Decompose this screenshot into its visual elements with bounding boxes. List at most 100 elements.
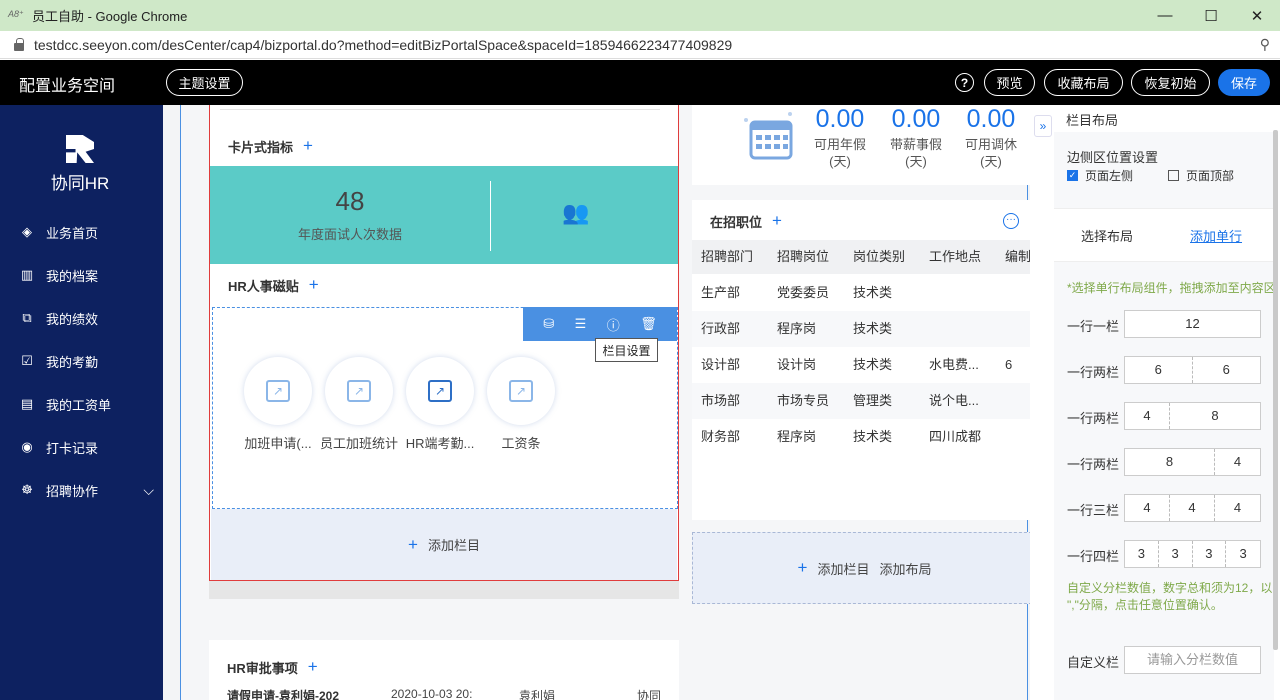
drop-gap xyxy=(209,581,679,599)
calendar-check-icon: ☑ xyxy=(21,353,33,368)
layout-seg: 3 xyxy=(1159,541,1193,567)
checkbox-icon[interactable] xyxy=(1168,170,1179,181)
layout-2col-4-8[interactable]: 48 xyxy=(1124,402,1261,430)
table-cell: 技术类 xyxy=(853,321,893,336)
layers-icon: ◈ xyxy=(22,224,32,239)
theme-settings-button[interactable]: 主题设置 xyxy=(166,69,243,96)
database-icon[interactable]: ⛁ xyxy=(543,316,554,332)
table-cell: 说个电... xyxy=(929,393,979,408)
table-row[interactable]: 行政部 程序岗 技术类 xyxy=(692,311,1030,347)
lock-icon xyxy=(14,37,24,51)
layout-3col[interactable]: 444 xyxy=(1124,494,1261,522)
column-settings-icon[interactable]: ☰ xyxy=(575,316,587,332)
table-row[interactable]: 设计部 设计岗 技术类 水电费... 6 xyxy=(692,347,1030,383)
info-icon[interactable]: ⓘ xyxy=(607,315,620,334)
maximize-button[interactable]: ☐ xyxy=(1188,0,1234,31)
trash-icon[interactable]: 🗑 xyxy=(640,316,657,332)
url-text[interactable]: testdcc.seeyon.com/desCenter/cap4/bizpor… xyxy=(34,37,732,53)
sidebar-item-clockin[interactable]: ◉ 打卡记录 xyxy=(19,435,154,459)
preview-button[interactable]: 预览 xyxy=(984,69,1035,96)
sidebar-item-attendance[interactable]: ☑ 我的考勤 xyxy=(19,349,154,373)
add-column-button[interactable]: + 添加栏目 xyxy=(211,509,677,580)
add-icon[interactable]: + xyxy=(309,275,319,295)
layout-seg: 3 xyxy=(1193,541,1227,567)
layout-2col-8-4[interactable]: 84 xyxy=(1124,448,1261,476)
close-button[interactable]: ✕ xyxy=(1234,0,1280,31)
sidebar-item-label: 招聘协作 xyxy=(46,483,99,499)
layout-1col[interactable]: 12 xyxy=(1124,310,1261,338)
add-icon[interactable]: + xyxy=(308,657,318,677)
custom-note: 自定义分栏数值，数字总和须为12，以 ","分隔，点击任意位置确认。 xyxy=(1067,580,1272,614)
magnet-item[interactable]: ↗ HR端考勤... xyxy=(400,357,480,452)
custom-label: 自定义栏 xyxy=(1067,655,1120,670)
add-layout-link[interactable]: 添加布局 xyxy=(879,559,931,578)
app-header: 配置业务空间 主题设置 ? 预览 收藏布局 恢复初始 保存 xyxy=(0,60,1280,105)
reset-button[interactable]: 恢复初始 xyxy=(1131,69,1210,96)
magnet-item[interactable]: ↗ 员工加班统计 xyxy=(319,357,399,452)
table-cell: 程序岗 xyxy=(777,321,817,336)
address-bar[interactable]: testdcc.seeyon.com/desCenter/cap4/bizpor… xyxy=(0,31,1280,59)
sidebar-item-recruit[interactable]: ☸ 招聘协作 ⌵ xyxy=(19,478,154,502)
indicator-value: 48 xyxy=(335,186,365,216)
add-icon[interactable]: + xyxy=(303,136,313,156)
more-icon[interactable]: ··· xyxy=(1003,213,1019,229)
sidebar-item-payslip[interactable]: ▤ 我的工资单 xyxy=(19,392,154,416)
title-text: 在招职位 xyxy=(710,214,763,230)
table-cell: 设计部 xyxy=(701,357,741,372)
content-frame: 卡片式指标 + 48 年度面试人次数据 👥 HR人事磁贴 + ⛁ ☰ ⓘ 🗑 栏目设… xyxy=(180,105,1030,700)
sidebar-item-label: 我的档案 xyxy=(46,268,99,284)
chevron-down-icon[interactable]: ⌵ xyxy=(143,482,154,499)
column-header: 岗位类别 xyxy=(853,249,906,264)
add-column-layout-zone[interactable]: + 添加栏目 添加布局 xyxy=(692,532,1030,604)
sidebar-item-home[interactable]: ◈ 业务首页 xyxy=(19,220,154,244)
table-cell: 设计岗 xyxy=(777,357,817,372)
selected-column-left[interactable]: 卡片式指标 + 48 年度面试人次数据 👥 HR人事磁贴 + ⛁ ☰ ⓘ 🗑 栏目设… xyxy=(209,105,679,581)
tooltip: 栏目设置 xyxy=(595,338,658,362)
table-cell: 管理类 xyxy=(853,393,893,408)
table-row[interactable]: 生产部 党委委员 技术类 xyxy=(692,275,1030,311)
add-column-link[interactable]: 添加栏目 xyxy=(817,559,869,578)
table-cell: 6 xyxy=(1005,357,1013,372)
archive-icon: ▥ xyxy=(20,267,34,282)
approval-item-title[interactable]: 请假申请-袁利娟-202 xyxy=(227,687,339,700)
magnet-label: 员工加班统计 xyxy=(319,436,398,451)
indicator-card[interactable]: 48 年度面试人次数据 👥 xyxy=(210,166,678,264)
favorite-layout-button[interactable]: 收藏布局 xyxy=(1044,69,1123,96)
tab-add-row[interactable]: 添加单行 xyxy=(1190,226,1242,245)
plus-icon: + xyxy=(408,534,418,554)
indicator-label: 年度面试人次数据 xyxy=(297,227,402,242)
magnet-item[interactable]: ↗ 加班申请(... xyxy=(238,357,318,452)
table-cell: 市场专员 xyxy=(777,393,830,408)
collapse-panel-icon[interactable]: » xyxy=(1034,115,1052,137)
sidebar-item-performance[interactable]: ⧉ 我的绩效 xyxy=(19,306,154,330)
zoom-icon[interactable]: ⚲ xyxy=(1260,36,1270,53)
tab-choose-layout[interactable]: 选择布局 xyxy=(1081,226,1133,245)
leave-value: 0.00 xyxy=(966,105,1016,133)
magnet-label: 工资条 xyxy=(501,436,541,451)
layout-2col-6-6[interactable]: 66 xyxy=(1124,356,1261,384)
checkbox-checked-icon[interactable]: ✓ xyxy=(1067,170,1078,181)
sidebar: 协同HR ◈ 业务首页 ▥ 我的档案 ⧉ 我的绩效 ☑ 我的考勤 ▤ 我的工资单 ◉ 打卡记… xyxy=(0,105,163,700)
table-row[interactable]: 市场部 市场专员 管理类 说个电... xyxy=(692,383,1030,419)
custom-columns-input[interactable]: 请输入分栏数值 xyxy=(1124,646,1261,674)
panel-scrollbar[interactable] xyxy=(1273,130,1278,650)
add-icon[interactable]: + xyxy=(772,211,782,231)
option-page-top[interactable]: 页面顶部 xyxy=(1168,167,1234,184)
window-title: 员工自助 - Google Chrome xyxy=(32,9,188,24)
layout-seg: 4 xyxy=(1125,495,1170,521)
help-icon[interactable]: ? xyxy=(955,73,974,92)
magnet-item[interactable]: ↗ 工资条 xyxy=(481,357,561,452)
layout-seg: 8 xyxy=(1211,408,1219,423)
minimize-button[interactable]: — xyxy=(1142,0,1188,31)
table-cell: 市场部 xyxy=(701,393,741,408)
target-icon: ◉ xyxy=(21,439,33,454)
chart-icon: ↗ xyxy=(509,380,533,402)
layout-4col[interactable]: 3333 xyxy=(1124,540,1261,568)
save-button[interactable]: 保存 xyxy=(1218,69,1270,96)
sidebar-item-label: 打卡记录 xyxy=(46,440,99,456)
layout-seg: 4 xyxy=(1125,403,1170,429)
sidebar-item-label: 我的工资单 xyxy=(46,397,112,413)
sidebar-item-profile[interactable]: ▥ 我的档案 xyxy=(19,263,154,287)
table-row[interactable]: 财务部 程序岗 技术类 四川成都 xyxy=(692,419,1030,455)
option-page-left[interactable]: ✓ 页面左侧 xyxy=(1067,167,1133,184)
